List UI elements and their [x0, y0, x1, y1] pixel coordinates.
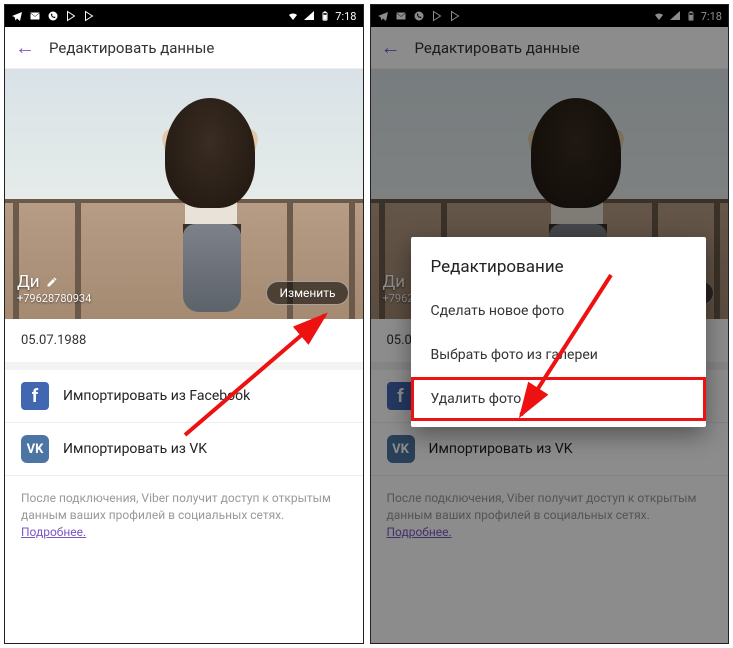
dialog-item-gallery[interactable]: Выбрать фото из галереи	[411, 333, 707, 377]
import-vk-row[interactable]: VK Импортировать из VK	[5, 423, 363, 476]
more-link[interactable]: Подробнее.	[21, 525, 86, 539]
signal-icon	[303, 10, 315, 22]
import-vk-label: Импортировать из VK	[63, 441, 207, 457]
play-icon-2	[83, 10, 95, 22]
page-title: Редактировать данные	[49, 39, 214, 57]
change-photo-button[interactable]: Изменить	[266, 281, 348, 305]
import-facebook-label: Импортировать из Facebook	[63, 388, 250, 404]
profile-name: Ди	[17, 272, 40, 292]
status-bar: 7:18	[5, 5, 363, 27]
profile-cover: Ди +79628780934 Изменить	[5, 69, 363, 319]
footer-note: После подключения, Viber получит доступ …	[5, 476, 363, 554]
battery-icon	[319, 10, 331, 22]
vk-icon: VK	[21, 435, 49, 463]
edit-photo-dialog: Редактирование Сделать новое фото Выбрат…	[411, 237, 707, 427]
dob-field[interactable]: 05.07.1988	[5, 319, 363, 370]
telegram-icon	[11, 10, 23, 22]
edit-name-icon[interactable]	[46, 276, 58, 288]
phone-left: 7:18 ← Редактировать данные Ди +79628780…	[4, 4, 364, 644]
dialog-title: Редактирование	[411, 253, 707, 289]
viber-icon	[47, 10, 59, 22]
play-icon	[65, 10, 77, 22]
facebook-icon: f	[21, 382, 49, 410]
dialog-item-new-photo[interactable]: Сделать новое фото	[411, 289, 707, 333]
profile-phone: +79628780934	[17, 292, 91, 305]
back-icon[interactable]: ←	[15, 35, 35, 60]
import-facebook-row[interactable]: f Импортировать из Facebook	[5, 370, 363, 423]
dialog-item-delete[interactable]: Удалить фото	[411, 377, 707, 421]
mail-icon	[29, 10, 41, 22]
phone-right: 7:18 ← Редактировать данные Ди +79628780…	[370, 4, 730, 644]
app-bar: ← Редактировать данные	[5, 27, 363, 69]
wifi-icon	[287, 10, 299, 22]
status-time: 7:18	[335, 10, 356, 23]
